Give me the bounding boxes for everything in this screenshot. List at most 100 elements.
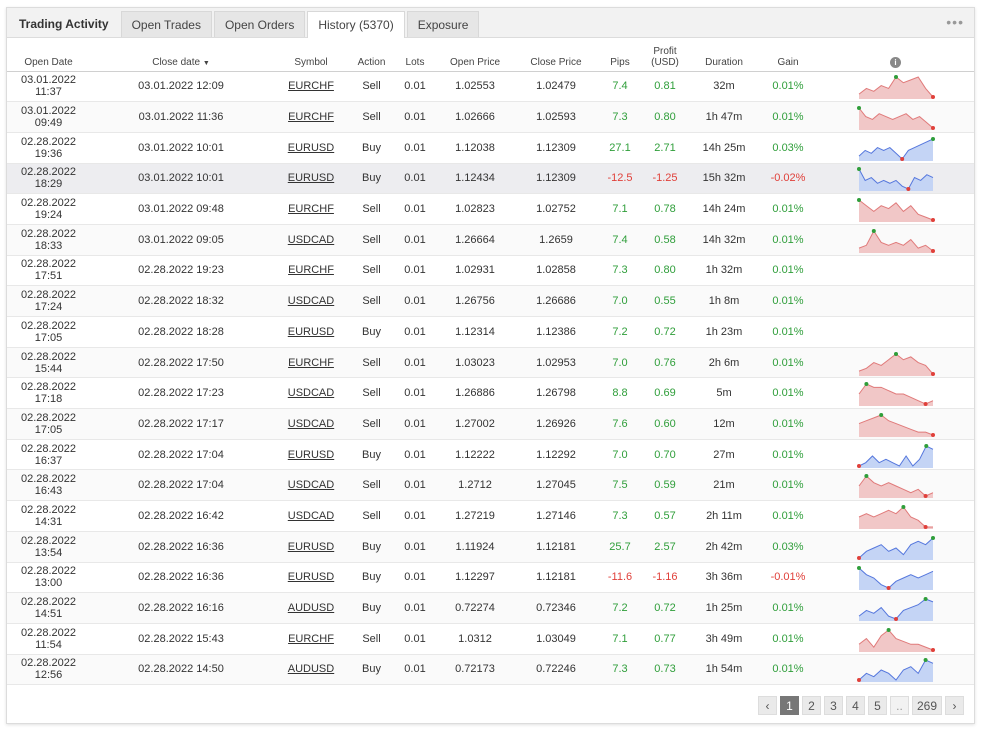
symbol-link[interactable]: USDCAD [288,418,334,430]
open-date-cell: 02.28.2022 11:54 [7,623,90,655]
sparkline-chart [858,136,935,161]
open-date-cell: 02.28.2022 17:05 [7,408,90,440]
tab-open-orders[interactable]: Open Orders [213,11,306,37]
table-row[interactable]: 03.01.2022 11:37 03.01.2022 12:09 EURCHF Se… [7,71,974,103]
symbol-link[interactable]: USDCAD [288,510,334,522]
table-row[interactable]: 02.28.2022 19:36 03.01.2022 10:01 EURUSD Bu… [7,132,974,164]
pips-cell: 8.8 [599,377,641,410]
sparkline-cell [817,654,974,686]
more-dots-icon[interactable]: ••• [946,14,964,30]
lots-cell: 0.01 [393,469,437,502]
symbol-link[interactable]: USDCAD [288,234,334,246]
col-pips[interactable]: Pips [599,38,641,72]
symbol-link[interactable]: USDCAD [288,295,334,307]
symbol-link[interactable]: USDCAD [288,479,334,491]
col-gain[interactable]: Gain [759,38,817,72]
table-row[interactable]: 02.28.2022 12:56 02.28.2022 14:50 AUDUSD Bu… [7,654,974,686]
symbol-link[interactable]: USDCAD [288,387,334,399]
symbol-link[interactable]: EURCHF [288,80,334,92]
col-lots[interactable]: Lots [393,38,437,72]
sparkline-chart [856,167,933,192]
col-symbol[interactable]: Symbol [272,38,350,72]
symbol-link[interactable]: EURCHF [288,633,334,645]
close-price-cell: 1.12181 [513,562,599,594]
symbol-link[interactable]: EURUSD [288,326,334,338]
symbol-link[interactable]: EURCHF [288,264,334,276]
action-cell: Sell [350,623,393,655]
table-row[interactable]: 02.28.2022 18:33 03.01.2022 09:05 USDCAD Se… [7,224,974,256]
symbol-link[interactable]: EURCHF [288,203,334,215]
close-price-cell: 1.02953 [513,347,599,379]
table-row[interactable]: 02.28.2022 14:31 02.28.2022 16:42 USDCAD Se… [7,500,974,532]
symbol-link[interactable]: EURUSD [288,142,334,154]
symbol-link[interactable]: EURCHF [288,111,334,123]
table-row[interactable]: 02.28.2022 17:18 02.28.2022 17:23 USDCAD Se… [7,377,974,410]
tab-exposure[interactable]: Exposure [406,11,480,37]
action-cell: Sell [350,101,393,133]
pips-cell: 7.3 [599,255,641,287]
page-1-button[interactable]: 1 [779,696,799,715]
col-duration[interactable]: Duration [689,38,759,72]
gain-cell: 0.01% [759,377,817,410]
table-row[interactable]: 02.28.2022 16:43 02.28.2022 17:04 USDCAD Se… [7,469,974,502]
table-row[interactable]: 02.28.2022 16:37 02.28.2022 17:04 EURUSD Bu… [7,439,974,471]
tab-history[interactable]: History (5370) [307,11,405,38]
sparkline-chart [856,443,933,468]
col-action[interactable]: Action [350,38,393,72]
symbol-link[interactable]: EURUSD [288,449,334,461]
close-date-cell: 02.28.2022 16:36 [90,531,272,563]
last-page-button[interactable]: 269 [911,696,942,715]
sparkline-cell [817,193,974,225]
sparkline-area [858,629,933,652]
symbol-link[interactable]: EURUSD [288,571,334,583]
col-open-date[interactable]: Open Date [7,38,90,72]
symbol-link[interactable]: EURUSD [288,541,334,553]
gain-cell: 0.01% [759,316,817,348]
table-row[interactable]: 02.28.2022 17:05 02.28.2022 18:28 EURUSD Bu… [7,316,974,348]
pips-cell: 7.3 [599,654,641,686]
prev-page-button[interactable]: ‹ [757,696,777,715]
col-close-price[interactable]: Close Price [513,38,599,72]
table-row[interactable]: 03.01.2022 09:49 03.01.2022 11:36 EURCHF Se… [7,101,974,133]
page-4-button[interactable]: 4 [845,696,865,715]
action-cell: Sell [350,193,393,225]
col-profit[interactable]: Profit (USD) [641,38,689,72]
page-5-button[interactable]: 5 [867,696,887,715]
symbol-cell: EURUSD [272,531,350,563]
symbol-cell: EURUSD [272,163,350,195]
duration-cell: 1h 47m [689,101,759,133]
sparkline-chart [858,597,933,622]
table-row[interactable]: 02.28.2022 17:05 02.28.2022 17:17 USDCAD Se… [7,408,974,440]
profit-cell: 0.70 [641,439,689,471]
col-close-date[interactable]: Close date ▼ [90,38,272,72]
table-row[interactable]: 02.28.2022 14:51 02.28.2022 16:16 AUDUSD Bu… [7,592,974,624]
symbol-link[interactable]: AUDUSD [288,602,334,614]
table-row[interactable]: 02.28.2022 15:44 02.28.2022 17:50 EURCHF Se… [7,347,974,379]
table-row[interactable]: 02.28.2022 18:29 03.01.2022 10:01 EURUSD Bu… [7,163,974,195]
table-row[interactable]: 02.28.2022 13:54 02.28.2022 16:36 EURUSD Bu… [7,531,974,563]
page-3-button[interactable]: 3 [823,696,843,715]
symbol-link[interactable]: EURUSD [288,172,334,184]
profit-cell: 0.55 [641,285,689,317]
page-2-button[interactable]: 2 [801,696,821,715]
table-row[interactable]: 02.28.2022 17:24 02.28.2022 18:32 USDCAD Se… [7,285,974,317]
sparkline-chart [856,198,935,223]
symbol-cell: EURCHF [272,623,350,655]
symbol-link[interactable]: EURCHF [288,357,334,369]
table-row[interactable]: 02.28.2022 11:54 02.28.2022 15:43 EURCHF Se… [7,623,974,655]
table-row[interactable]: 02.28.2022 13:00 02.28.2022 16:36 EURUSD Bu… [7,562,974,594]
trading-activity-panel: Trading Activity Open Trades Open Orders… [6,7,975,724]
lots-cell: 0.01 [393,439,437,471]
gain-cell: 0.01% [759,469,817,502]
open-date-cell: 02.28.2022 16:43 [7,469,90,502]
lots-cell: 0.01 [393,500,437,532]
info-icon[interactable]: i [890,56,901,68]
pips-cell: 7.1 [599,623,641,655]
table-row[interactable]: 02.28.2022 19:24 03.01.2022 09:48 EURCHF Se… [7,193,974,225]
symbol-link[interactable]: AUDUSD [288,663,334,675]
tab-open-trades[interactable]: Open Trades [120,11,212,37]
table-row[interactable]: 02.28.2022 17:51 02.28.2022 19:23 EURCHF Se… [7,255,974,287]
open-price-cell: 1.02666 [437,101,513,133]
next-page-button[interactable]: › [945,696,964,715]
col-open-price[interactable]: Open Price [437,38,513,72]
